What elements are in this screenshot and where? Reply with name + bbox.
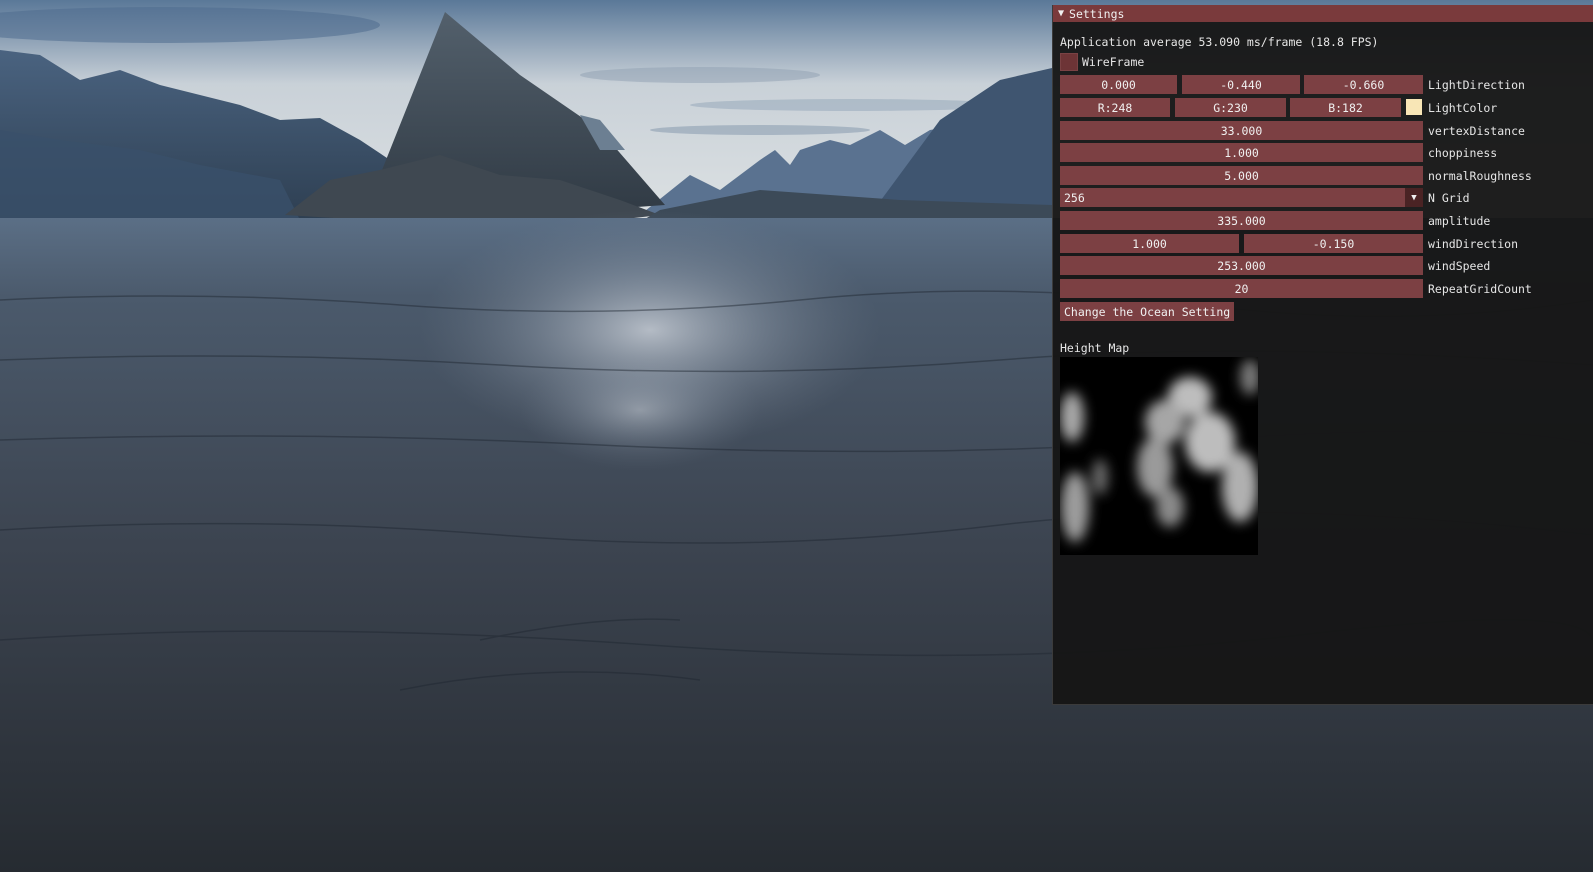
wind-direction-x-input[interactable]: 1.000: [1060, 234, 1239, 253]
light-direction-y-input[interactable]: -0.440: [1182, 75, 1300, 94]
n-grid-combo[interactable]: 256: [1060, 188, 1405, 207]
wireframe-row[interactable]: WireFrame: [1060, 52, 1144, 71]
normal-roughness-label: normalRoughness: [1428, 168, 1532, 183]
normal-roughness-slider[interactable]: 5.000: [1060, 166, 1423, 185]
choppiness-label: choppiness: [1428, 145, 1498, 160]
wind-direction-y-input[interactable]: -0.150: [1244, 234, 1423, 253]
wind-speed-label: windSpeed: [1428, 258, 1491, 273]
light-color-b-input[interactable]: B:182: [1290, 98, 1401, 117]
amplitude-slider[interactable]: 335.000: [1060, 211, 1423, 230]
height-map-label: Height Map: [1060, 340, 1130, 355]
change-ocean-setting-button[interactable]: Change the Ocean Setting: [1060, 302, 1235, 321]
light-direction-z-input[interactable]: -0.660: [1304, 75, 1423, 94]
light-direction-x-input[interactable]: 0.000: [1060, 75, 1177, 94]
fps-row: Application average 53.090 ms/frame (18.…: [1060, 32, 1379, 51]
wind-speed-slider[interactable]: 253.000: [1060, 256, 1423, 275]
vertex-distance-slider[interactable]: 33.000: [1060, 121, 1423, 140]
fps-text: Application average 53.090 ms/frame (18.…: [1060, 34, 1379, 49]
amplitude-label: amplitude: [1428, 213, 1491, 228]
vertex-distance-label: vertexDistance: [1428, 123, 1525, 138]
light-color-g-input[interactable]: G:230: [1175, 98, 1286, 117]
window-title: Settings: [1069, 6, 1125, 21]
settings-titlebar[interactable]: ▼ Settings: [1053, 5, 1593, 22]
repeat-grid-count-label: RepeatGridCount: [1428, 281, 1532, 296]
choppiness-slider[interactable]: 1.000: [1060, 143, 1423, 162]
light-color-label: LightColor: [1428, 100, 1498, 115]
repeat-grid-count-slider[interactable]: 20: [1060, 279, 1423, 298]
chevron-down-icon[interactable]: ▼: [1405, 188, 1423, 207]
wireframe-checkbox[interactable]: [1060, 52, 1078, 71]
light-color-r-input[interactable]: R:248: [1060, 98, 1170, 117]
n-grid-label: N Grid: [1428, 190, 1470, 205]
height-map-label-row: Height Map: [1060, 338, 1129, 357]
height-map-image: [1060, 357, 1258, 555]
wind-direction-label: windDirection: [1428, 236, 1519, 251]
wireframe-label: WireFrame: [1082, 54, 1145, 69]
light-direction-label: LightDirection: [1428, 77, 1525, 92]
settings-window[interactable]: ▼ Settings Application average 53.090 ms…: [1052, 5, 1593, 705]
collapse-arrow-icon[interactable]: ▼: [1058, 8, 1064, 19]
light-color-swatch[interactable]: [1406, 99, 1422, 115]
